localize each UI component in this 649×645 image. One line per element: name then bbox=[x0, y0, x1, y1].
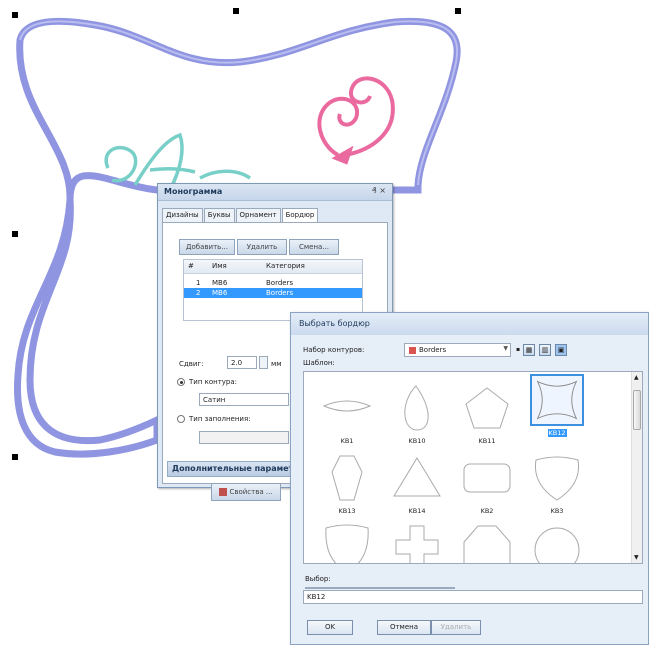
scroll-down-icon[interactable]: ▼ bbox=[634, 554, 639, 561]
template-label: Шаблон: bbox=[303, 359, 335, 367]
table-header: # Имя Категория bbox=[184, 260, 362, 274]
item-label: KB1 bbox=[340, 437, 354, 445]
selection-handle[interactable] bbox=[455, 8, 461, 14]
properties-button[interactable]: Свойства ... bbox=[211, 483, 281, 501]
ok-button[interactable]: OK bbox=[307, 620, 353, 635]
tab-letters[interactable]: Буквы bbox=[203, 208, 235, 222]
border-thumbnail bbox=[393, 457, 441, 497]
borders-icon bbox=[409, 346, 416, 354]
selection-divider bbox=[305, 587, 455, 589]
select-border-dialog: Выбрать бордюр Набор контуров: Borders ▼… bbox=[290, 312, 649, 645]
selection-label: Выбор: bbox=[305, 575, 331, 583]
offset-input[interactable]: 2.0 bbox=[227, 356, 257, 369]
col-name: Имя bbox=[212, 262, 227, 270]
border-thumbnail bbox=[395, 525, 439, 563]
border-gallery: KB1 KB10 KB11 KB12 KB13 KB14 KB2 KB3 ▲ ▼ bbox=[303, 371, 643, 564]
selection-handle[interactable] bbox=[233, 8, 239, 14]
tab-border[interactable]: Бордюр bbox=[281, 208, 319, 223]
remove-button[interactable]: Удалить bbox=[237, 239, 287, 255]
item-label: KB13 bbox=[338, 507, 356, 515]
border-thumbnail bbox=[463, 463, 511, 493]
border-thumbnail bbox=[534, 527, 580, 563]
selection-handle[interactable] bbox=[12, 454, 18, 460]
gallery-item[interactable] bbox=[316, 518, 376, 563]
gallery-item-kb12[interactable]: KB12 bbox=[526, 372, 586, 442]
gallery-item-kb14[interactable]: KB14 bbox=[386, 450, 446, 520]
border-thumbnail bbox=[465, 387, 509, 429]
tab-ornament[interactable]: Орнамент bbox=[235, 208, 281, 222]
border-thumbnail bbox=[463, 525, 511, 563]
gallery-item-kb11[interactable]: KB11 bbox=[456, 380, 516, 450]
border-thumbnail bbox=[322, 400, 372, 412]
border-thumbnail bbox=[331, 455, 363, 501]
row-num: 2 bbox=[196, 289, 201, 297]
dialog-title: Выбрать бордюр bbox=[291, 313, 648, 335]
chevron-down-icon: ▼ bbox=[503, 345, 508, 352]
gallery-item[interactable] bbox=[386, 518, 446, 563]
gallery-item-kb10[interactable]: KB10 bbox=[386, 380, 446, 450]
contour-type-label: Тип контура: bbox=[189, 378, 238, 386]
gallery-item[interactable] bbox=[526, 518, 586, 563]
fill-type-label: Тип заполнения: bbox=[189, 415, 251, 423]
add-button[interactable]: Добавить... bbox=[179, 239, 235, 255]
gallery-item-kb1[interactable]: KB1 bbox=[316, 380, 376, 450]
border-thumbnail bbox=[325, 524, 369, 563]
panel-title-bar: Монограмма ₰ × bbox=[158, 184, 392, 201]
selection-field[interactable]: KB12 bbox=[303, 590, 643, 604]
cancel-button[interactable]: Отмена bbox=[377, 620, 431, 635]
contour-type-radio[interactable] bbox=[177, 378, 185, 386]
contour-set-label: Набор контуров: bbox=[303, 346, 365, 354]
item-label: KB12 bbox=[547, 429, 567, 437]
table-row[interactable]: 2 MB6 Borders bbox=[184, 288, 362, 298]
item-label: KB10 bbox=[408, 437, 426, 445]
selection-handle[interactable] bbox=[12, 12, 18, 18]
col-category: Категория bbox=[266, 262, 305, 270]
table-row[interactable]: 1 MB6 Borders bbox=[184, 278, 362, 288]
gallery-item[interactable] bbox=[456, 518, 516, 563]
small-icons-view-button[interactable]: ▦ bbox=[523, 344, 535, 356]
contour-set-value: Borders bbox=[419, 346, 447, 354]
offset-spinner[interactable] bbox=[259, 356, 268, 369]
scrollbar-thumb[interactable] bbox=[633, 390, 641, 430]
row-category: Borders bbox=[266, 289, 294, 297]
combo-menu-icon[interactable]: ▪ bbox=[516, 346, 520, 353]
tab-designs[interactable]: Дизайны bbox=[162, 208, 203, 222]
row-category: Borders bbox=[266, 279, 294, 287]
contour-type-select[interactable]: Сатин bbox=[199, 393, 289, 406]
border-thumbnail bbox=[530, 374, 584, 426]
large-icons-view-button[interactable]: ▣ bbox=[555, 344, 567, 356]
row-name: MB6 bbox=[212, 289, 228, 297]
border-thumbnail bbox=[534, 456, 580, 501]
gallery-scrollbar[interactable]: ▲ ▼ bbox=[631, 372, 642, 563]
properties-button-label: Свойства ... bbox=[229, 488, 273, 496]
fill-type-radio[interactable] bbox=[177, 415, 185, 423]
item-label: KB11 bbox=[478, 437, 496, 445]
offset-label: Сдвиг: bbox=[179, 360, 204, 368]
gallery-item-kb2[interactable]: KB2 bbox=[456, 450, 516, 520]
item-label: KB14 bbox=[408, 507, 426, 515]
row-num: 1 bbox=[196, 279, 201, 287]
row-name: MB6 bbox=[212, 279, 228, 287]
contour-set-select[interactable]: Borders ▼ bbox=[404, 343, 511, 357]
panel-title: Монограмма bbox=[164, 187, 223, 196]
fill-type-select[interactable] bbox=[199, 431, 289, 444]
selection-handle[interactable] bbox=[12, 231, 18, 237]
panel-controls[interactable]: ₰ × bbox=[372, 186, 386, 195]
gallery-item-kb13[interactable]: KB13 bbox=[316, 450, 376, 520]
offset-unit: мм bbox=[271, 360, 282, 368]
col-num: # bbox=[188, 262, 194, 270]
properties-icon bbox=[219, 488, 228, 496]
border-thumbnail bbox=[404, 385, 429, 431]
item-label: KB3 bbox=[550, 507, 564, 515]
pink-ornament bbox=[317, 76, 395, 165]
change-button[interactable]: Смена... bbox=[289, 239, 339, 255]
delete-button[interactable]: Удалить bbox=[431, 620, 481, 635]
scroll-up-icon[interactable]: ▲ bbox=[634, 374, 639, 381]
medium-icons-view-button[interactable]: ▥ bbox=[539, 344, 551, 356]
item-label: KB2 bbox=[480, 507, 494, 515]
gallery-item-kb3[interactable]: KB3 bbox=[526, 450, 586, 520]
panel-tabs: Дизайны Буквы Орнамент Бордюр bbox=[162, 208, 319, 223]
